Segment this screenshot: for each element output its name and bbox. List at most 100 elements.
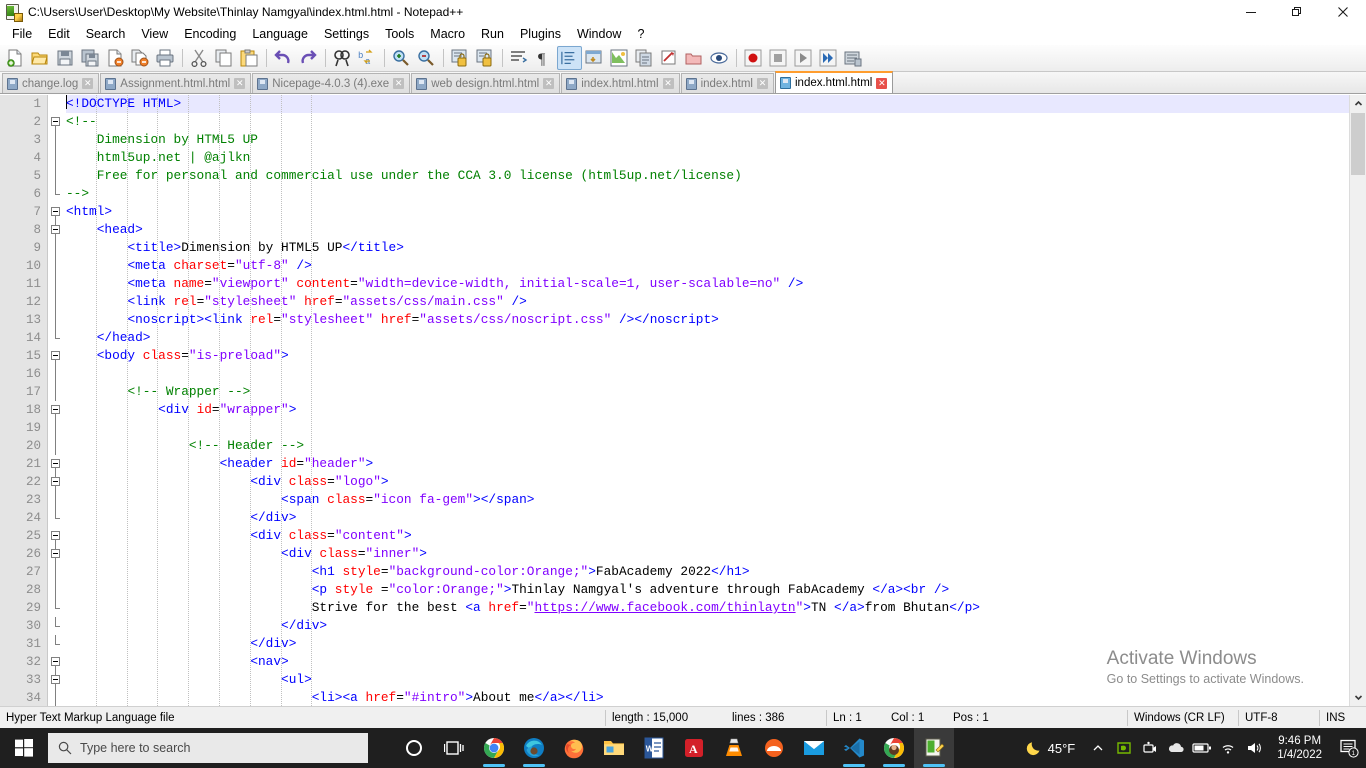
tab-close-icon[interactable]: ✕ [543,78,555,89]
google-chrome-icon[interactable] [474,728,514,768]
menu-item-run[interactable]: Run [473,25,512,44]
tab-change-log[interactable]: change.log ✕ [2,73,100,93]
code-line[interactable] [66,419,1366,437]
tab-close-icon[interactable]: ✕ [82,78,94,89]
zoom-in-icon[interactable] [389,46,414,70]
code-line[interactable]: Strive for the best <a href="https://www… [66,599,1366,617]
user-defined-dialog-icon[interactable] [582,46,607,70]
cortana-icon[interactable] [394,728,434,768]
zoom-out-icon[interactable] [414,46,439,70]
replace-icon[interactable]: ba [355,46,380,70]
onedrive-tray-icon[interactable] [1163,728,1189,768]
run-macro-multiple-icon[interactable] [816,46,841,70]
monitoring-eye-icon[interactable] [707,46,732,70]
notepad-plus-plus-icon[interactable] [914,728,954,768]
taskbar-clock[interactable]: 9:46 PM 1/4/2022 [1267,734,1332,762]
code-line[interactable]: </div> [66,635,1366,653]
save-all-icon[interactable] [78,46,103,70]
notification-center-icon[interactable]: 1 [1332,728,1366,768]
microsoft-edge-icon[interactable] [514,728,554,768]
close-button[interactable] [1320,0,1366,24]
moon-icon[interactable] [1022,728,1048,768]
code-text-area[interactable]: <!DOCTYPE HTML> <!-- Dimension by HTML5 U… [64,95,1366,706]
tab-index-html-html-1[interactable]: index.html.html ✕ [561,73,680,93]
sunrise-app-icon[interactable] [754,728,794,768]
code-line[interactable]: --> [66,185,1366,203]
code-line[interactable] [66,365,1366,383]
print-icon[interactable] [153,46,178,70]
cut-icon[interactable] [187,46,212,70]
code-line[interactable]: <div class="inner"> [66,545,1366,563]
indent-guide-icon[interactable] [557,46,582,70]
file-explorer-icon[interactable] [594,728,634,768]
scrollbar-thumb[interactable] [1351,113,1365,175]
code-line[interactable]: <head> [66,221,1366,239]
code-line[interactable]: Dimension by HTML5 UP [66,131,1366,149]
menu-item-file[interactable]: File [4,25,40,44]
code-line[interactable]: <title>Dimension by HTML5 UP</title> [66,239,1366,257]
vlc-media-player-icon[interactable] [714,728,754,768]
start-button[interactable] [0,728,48,768]
fold-collapse-box[interactable] [51,531,60,540]
code-line[interactable]: <div class="content"> [66,527,1366,545]
task-view-icon[interactable] [434,728,474,768]
fold-collapse-box[interactable] [51,405,60,414]
stop-macro-icon[interactable] [766,46,791,70]
menu-item-tools[interactable]: Tools [377,25,422,44]
tab-close-icon[interactable]: ✕ [757,78,768,89]
chevron-up-icon[interactable] [1085,728,1111,768]
code-line[interactable]: <header id="header"> [66,455,1366,473]
fold-collapse-box[interactable] [51,225,60,234]
mozilla-firefox-icon[interactable] [554,728,594,768]
code-line[interactable]: <ul> [66,671,1366,689]
chrome-profile-icon[interactable] [874,728,914,768]
sync-horizontal-scroll-icon[interactable] [473,46,498,70]
search-input[interactable]: Type here to search [48,733,368,763]
menu-item-macro[interactable]: Macro [422,25,473,44]
code-line[interactable]: <meta name="viewport" content="width=dev… [66,275,1366,293]
code-line[interactable]: <p style ="color:Orange;">Thinlay Namgya… [66,581,1366,599]
function-list-icon[interactable] [632,46,657,70]
menu-item-language[interactable]: Language [244,25,316,44]
volume-tray-icon[interactable] [1241,728,1267,768]
fold-collapse-box[interactable] [51,117,60,126]
tab-close-icon[interactable]: ✕ [662,78,674,89]
word-wrap-icon[interactable] [507,46,532,70]
menu-item-plugins[interactable]: Plugins [512,25,569,44]
tab-close-icon[interactable]: ✕ [234,78,246,89]
paste-icon[interactable] [237,46,262,70]
play-macro-icon[interactable] [791,46,816,70]
menu-item-help[interactable]: ? [629,25,652,44]
save-macro-icon[interactable] [841,46,866,70]
code-token[interactable]: https://www.facebook.com/thinlaytn [534,600,795,615]
code-line[interactable]: <html> [66,203,1366,221]
fold-margin[interactable] [48,95,64,706]
undo-icon[interactable] [271,46,296,70]
camera-tray-icon[interactable] [1137,728,1163,768]
code-line[interactable]: <meta charset="utf-8" /> [66,257,1366,275]
adobe-acrobat-icon[interactable]: A [674,728,714,768]
tab-assignment-html[interactable]: Assignment.html.html ✕ [100,73,252,93]
code-line[interactable]: </head> [66,329,1366,347]
tab-index-html-html-active[interactable]: index.html.html ✕ [775,71,894,93]
fold-collapse-box[interactable] [51,675,60,684]
code-line[interactable]: Free for personal and commercial use und… [66,167,1366,185]
menu-item-window[interactable]: Window [569,25,629,44]
fold-collapse-box[interactable] [51,207,60,216]
tab-close-icon[interactable]: ✕ [876,77,888,89]
menu-item-edit[interactable]: Edit [40,25,78,44]
code-line[interactable]: <!DOCTYPE HTML> [66,95,1366,113]
tab-web-design-html[interactable]: web design.html.html ✕ [411,73,561,93]
open-file-icon[interactable] [28,46,53,70]
show-all-characters-icon[interactable]: ¶ [532,46,557,70]
mail-icon[interactable] [794,728,834,768]
maximize-button[interactable] [1274,0,1320,24]
document-map-icon[interactable] [607,46,632,70]
fold-collapse-box[interactable] [51,657,60,666]
code-line[interactable]: <!-- Header --> [66,437,1366,455]
wifi-tray-icon[interactable] [1215,728,1241,768]
find-icon[interactable] [330,46,355,70]
vertical-scrollbar[interactable] [1349,95,1366,706]
close-file-icon[interactable] [103,46,128,70]
code-line[interactable]: html5up.net | @ajlkn [66,149,1366,167]
